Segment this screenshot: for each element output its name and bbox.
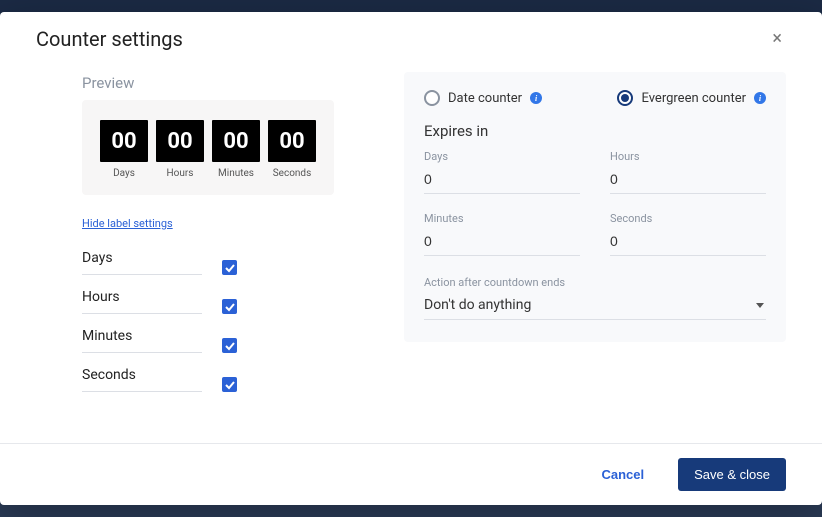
check-icon [225, 341, 235, 351]
check-icon [225, 302, 235, 312]
preview-tick-days: 00 Days [100, 120, 148, 179]
label-row-minutes: Minutes [82, 318, 302, 357]
checkbox-hours[interactable] [222, 299, 237, 314]
preview-seconds-value: 00 [268, 120, 316, 162]
preview-tick-hours: 00 Hours [156, 120, 204, 179]
radio-group-evergreen[interactable]: Evergreen counter i [617, 90, 766, 106]
field-label-minutes: Minutes [424, 212, 580, 225]
checkbox-minutes[interactable] [222, 338, 237, 353]
preview-minutes-label: Minutes [212, 168, 260, 179]
field-days: Days [424, 150, 580, 194]
field-hours: Hours [610, 150, 766, 194]
input-days[interactable] [424, 167, 580, 194]
label-name-seconds[interactable]: Seconds [82, 367, 202, 392]
field-label-days: Days [424, 150, 580, 163]
action-after-select[interactable]: Don't do anything [424, 293, 766, 320]
radio-group-date[interactable]: Date counter i [424, 90, 542, 106]
label-name-hours[interactable]: Hours [82, 289, 202, 314]
preview-days-label: Days [100, 168, 148, 179]
radio-evergreen-counter[interactable] [617, 90, 633, 106]
label-row-days: Days [82, 240, 302, 279]
preview-tick-minutes: 00 Minutes [212, 120, 260, 179]
modal-footer: Cancel Save & close [0, 444, 822, 505]
field-label-seconds: Seconds [610, 212, 766, 225]
check-icon [225, 263, 235, 273]
info-icon[interactable]: i [754, 92, 766, 104]
label-row-seconds: Seconds [82, 357, 302, 396]
settings-column: Date counter i Evergreen counter i Expir… [404, 60, 786, 427]
info-icon[interactable]: i [530, 92, 542, 104]
chevron-down-icon [756, 303, 764, 308]
action-after-label: Action after countdown ends [424, 276, 766, 289]
preview-days-value: 00 [100, 120, 148, 162]
modal-header: Counter settings × [0, 12, 822, 60]
preview-hours-value: 00 [156, 120, 204, 162]
label-name-days[interactable]: Days [82, 250, 202, 275]
input-seconds[interactable] [610, 229, 766, 256]
counter-preview: 00 Days 00 Hours 00 Minutes 00 Seconds [82, 100, 334, 195]
radio-date-counter[interactable] [424, 90, 440, 106]
field-minutes: Minutes [424, 212, 580, 256]
field-seconds: Seconds [610, 212, 766, 256]
preview-hours-label: Hours [156, 168, 204, 179]
action-selected-value: Don't do anything [424, 297, 531, 313]
preview-heading: Preview [82, 74, 334, 92]
preview-tick-seconds: 00 Seconds [268, 120, 316, 179]
counter-settings-modal: Counter settings × Preview 00 Days 00 Ho… [0, 12, 822, 505]
input-hours[interactable] [610, 167, 766, 194]
checkbox-seconds[interactable] [222, 377, 237, 392]
settings-card: Date counter i Evergreen counter i Expir… [404, 72, 786, 342]
field-label-hours: Hours [610, 150, 766, 163]
modal-body: Preview 00 Days 00 Hours 00 Minutes 00 S… [0, 60, 822, 444]
radio-label-evergreen: Evergreen counter [641, 91, 746, 106]
modal-title: Counter settings [36, 27, 183, 51]
label-name-minutes[interactable]: Minutes [82, 328, 202, 353]
close-icon[interactable]: × [768, 26, 786, 52]
cancel-button[interactable]: Cancel [585, 458, 660, 491]
radio-dot-icon [621, 94, 629, 102]
input-minutes[interactable] [424, 229, 580, 256]
expires-fields: Days Hours Minutes Seconds [424, 150, 766, 256]
preview-column: Preview 00 Days 00 Hours 00 Minutes 00 S… [36, 60, 334, 427]
counter-type-row: Date counter i Evergreen counter i [424, 90, 766, 106]
save-close-button[interactable]: Save & close [678, 458, 786, 491]
radio-label-date: Date counter [448, 91, 522, 106]
checkbox-days[interactable] [222, 260, 237, 275]
preview-minutes-value: 00 [212, 120, 260, 162]
check-icon [225, 380, 235, 390]
preview-seconds-label: Seconds [268, 168, 316, 179]
expires-in-heading: Expires in [424, 122, 766, 140]
label-row-hours: Hours [82, 279, 302, 318]
hide-label-settings-link[interactable]: Hide label settings [82, 217, 173, 230]
